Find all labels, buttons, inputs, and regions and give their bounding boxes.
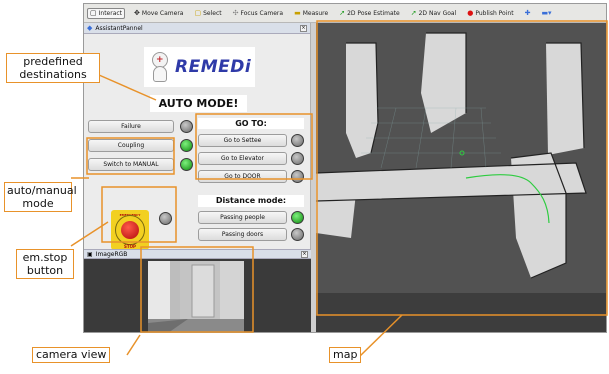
select-box-icon: ▢ bbox=[194, 8, 202, 17]
tool-add[interactable]: ✚ bbox=[523, 9, 533, 18]
pin-icon: ● bbox=[467, 8, 474, 17]
green-arrow-icon: ➚ bbox=[410, 8, 417, 17]
tool-label: Interact bbox=[98, 9, 123, 17]
goto-settee-led bbox=[291, 134, 304, 147]
panel-diamond-icon: ◆ bbox=[87, 24, 93, 32]
goto-settee-button[interactable]: Go to Settee bbox=[198, 134, 287, 147]
image-panel-title: ImageRGB bbox=[95, 250, 128, 258]
failure-led bbox=[180, 120, 193, 133]
remedi-logo: + REMEDi bbox=[144, 47, 255, 87]
annotation-em-stop: em.stop button bbox=[16, 249, 74, 279]
tool-label: 2D Nav Goal bbox=[418, 9, 457, 17]
passing-doors-led bbox=[291, 228, 304, 241]
goto-elevator-led bbox=[291, 152, 304, 165]
annotation-map: map bbox=[329, 347, 362, 363]
tool-label: Select bbox=[203, 9, 222, 17]
ruler-icon: ▬ bbox=[294, 8, 301, 17]
tool-label: Publish Point bbox=[475, 9, 514, 17]
tool-pose-estimate[interactable]: ➚ 2D Pose Estimate bbox=[337, 9, 402, 18]
distance-title: Distance mode: bbox=[198, 195, 304, 207]
camera-image bbox=[148, 261, 244, 332]
switch-manual-button[interactable]: Switch to MANUAL bbox=[88, 158, 174, 171]
tool-label: Move Camera bbox=[141, 9, 184, 17]
switch-manual-led bbox=[180, 158, 193, 171]
tool-interact[interactable]: ▢ Interact bbox=[87, 7, 126, 19]
green-arrow-icon: ➚ bbox=[339, 8, 346, 17]
failure-button[interactable]: Failure bbox=[88, 120, 174, 133]
focus-icon: ✣ bbox=[232, 8, 239, 17]
robot-icon: + bbox=[147, 50, 173, 84]
minus-icon: ▬▾ bbox=[541, 8, 552, 17]
panel-title: AssistantPannel bbox=[95, 24, 143, 32]
map-view[interactable] bbox=[315, 23, 606, 332]
mode-banner: AUTO MODE! bbox=[150, 95, 247, 112]
estop-led bbox=[159, 212, 172, 225]
image-icon: ▣ bbox=[87, 250, 93, 258]
coupling-led bbox=[180, 139, 193, 152]
passing-people-button[interactable]: Passing people bbox=[198, 211, 287, 224]
tool-select[interactable]: ▢ Select bbox=[192, 9, 223, 18]
cursor-icon: ▢ bbox=[90, 8, 97, 17]
emergency-stop-button[interactable]: EMERGENCY STOP bbox=[111, 210, 149, 250]
tool-label: 2D Pose Estimate bbox=[347, 9, 400, 17]
panel-header: ◆ AssistantPannel × bbox=[84, 23, 310, 34]
annotation-text: predefined destinations bbox=[19, 55, 87, 81]
rviz-window: ▢ Interact ✥ Move Camera ▢ Select ✣ Focus Ca… bbox=[83, 3, 607, 333]
tool-remove[interactable]: ▬▾ bbox=[539, 9, 553, 18]
tool-nav-goal[interactable]: ➚ 2D Nav Goal bbox=[409, 9, 459, 18]
annotation-text: auto/manual mode bbox=[7, 184, 77, 210]
tool-focus-camera[interactable]: ✣ Focus Camera bbox=[231, 9, 285, 18]
close-icon[interactable]: × bbox=[300, 24, 307, 32]
image-panel bbox=[84, 259, 311, 332]
goto-door-button[interactable]: Go to DOOR bbox=[198, 170, 287, 183]
passing-people-led bbox=[291, 211, 304, 224]
goto-elevator-button[interactable]: Go to Elevator bbox=[198, 152, 287, 165]
tool-move-camera[interactable]: ✥ Move Camera bbox=[132, 9, 185, 18]
assistant-panel: ◆ AssistantPannel × + REMEDi AUTO MODE! … bbox=[84, 23, 311, 250]
tool-measure[interactable]: ▬ Measure bbox=[292, 9, 330, 18]
coupling-button[interactable]: Coupling bbox=[88, 139, 174, 152]
close-icon[interactable]: × bbox=[301, 250, 308, 258]
goto-title: GO TO: bbox=[198, 118, 304, 129]
passing-doors-button[interactable]: Passing doors bbox=[198, 228, 287, 241]
annotation-auto-manual: auto/manual mode bbox=[4, 182, 77, 212]
plus-icon: ✚ bbox=[524, 8, 531, 17]
move-icon: ✥ bbox=[134, 8, 140, 17]
toolbar: ▢ Interact ✥ Move Camera ▢ Select ✣ Focus Ca… bbox=[84, 4, 606, 23]
tool-label: Measure bbox=[302, 9, 329, 17]
logo-text: REMEDi bbox=[175, 57, 252, 77]
goto-door-led bbox=[291, 170, 304, 183]
annotation-camera: camera view bbox=[32, 347, 111, 363]
tool-label: Focus Camera bbox=[240, 9, 284, 17]
annotation-text: em.stop button bbox=[22, 251, 68, 277]
image-panel-header: ▣ ImageRGB × bbox=[84, 249, 311, 259]
tool-publish-point[interactable]: ● Publish Point bbox=[465, 9, 515, 18]
annotation-predefined: predefined destinations bbox=[6, 53, 100, 83]
